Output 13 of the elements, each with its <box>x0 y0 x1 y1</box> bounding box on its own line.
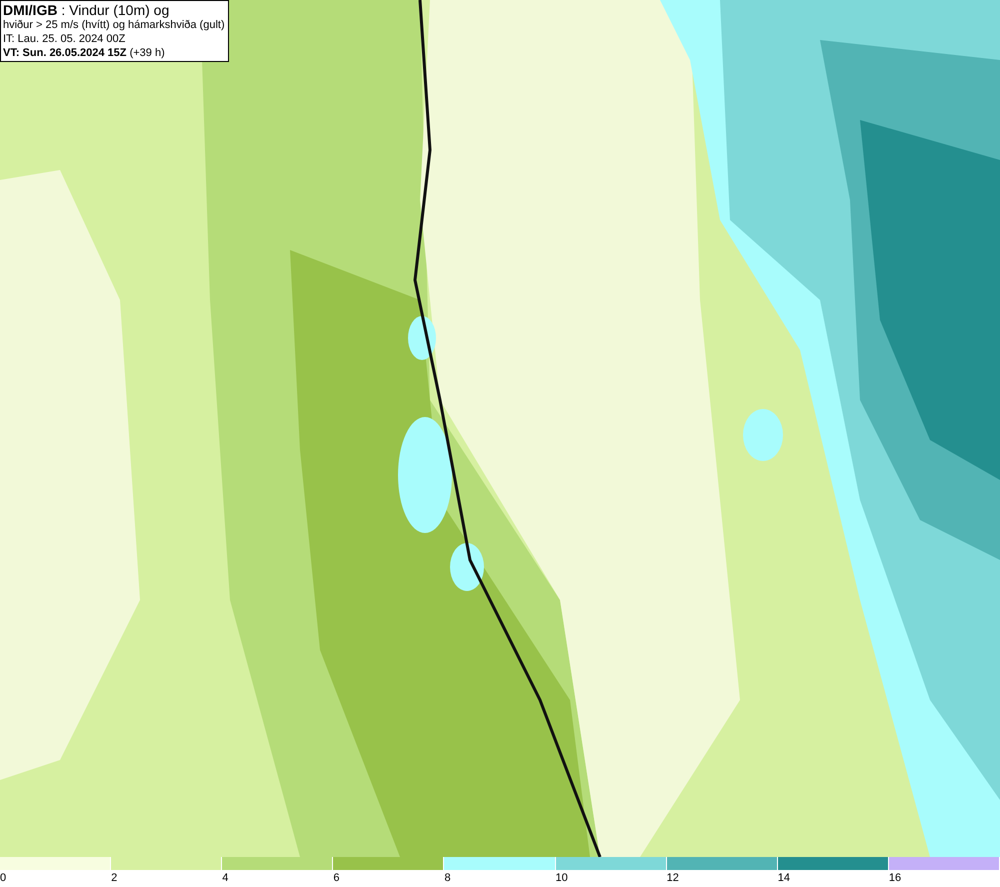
title-line: VT: Sun. 26.05.2024 15Z (+39 h) <box>3 46 166 60</box>
title-line: hviður > 25 m/s (hvítt) og hámarkshviða (gult) <box>3 18 226 32</box>
legend-label: 12 <box>666 871 679 886</box>
legend-label: 0 <box>0 871 6 886</box>
legend-label: 10 <box>556 871 568 886</box>
legend-label: 2 <box>111 871 118 886</box>
legend-label: 4 <box>222 871 228 886</box>
title-line: IT: Lau. 25. 05. 2024 00Z <box>3 32 126 46</box>
legend-label: 14 <box>778 871 790 886</box>
legend-label: 6 <box>333 871 340 886</box>
legend-label: 8 <box>444 871 451 886</box>
title-line: DMI/IGB : Vindur (10m) og <box>3 2 170 18</box>
legend-label: 16 <box>888 871 902 886</box>
